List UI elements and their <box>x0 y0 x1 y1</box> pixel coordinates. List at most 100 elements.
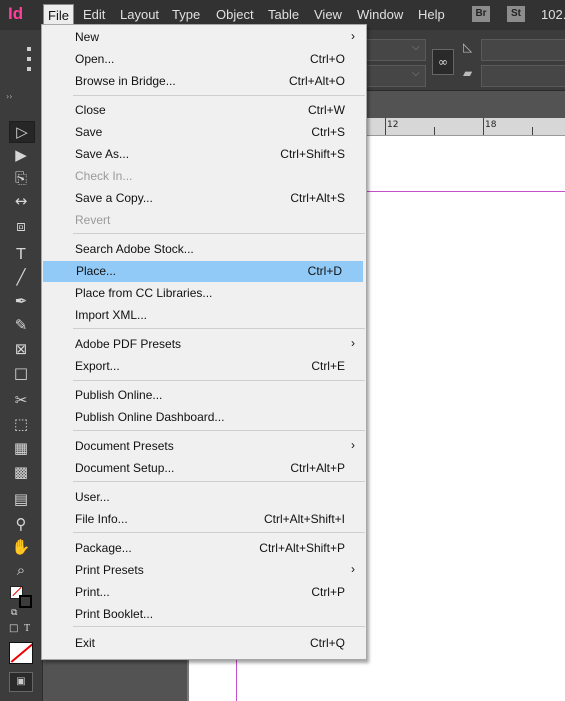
menu-item-label: Save <box>75 125 103 139</box>
menu-item-open[interactable]: Open... Ctrl+O <box>42 49 366 70</box>
menu-item-print[interactable]: Print... Ctrl+P <box>42 582 366 603</box>
menu-item-save-a-copy[interactable]: Save a Copy... Ctrl+Alt+S <box>42 188 366 209</box>
rotate-icon: ◺ <box>463 40 473 54</box>
rectangle-tool-icon[interactable]: □ <box>9 363 33 383</box>
menu-item-label: Revert <box>75 213 111 227</box>
selection-tool-icon[interactable]: ▷ <box>9 121 35 143</box>
menu-item-user[interactable]: User... <box>42 487 366 508</box>
menu-item-document-setup[interactable]: Document Setup... Ctrl+Alt+P <box>42 458 366 479</box>
note-tool-icon[interactable]: ▤ <box>9 489 33 509</box>
eyedropper-tool-icon[interactable]: ⚲ <box>9 514 33 534</box>
menu-item-label: Package... <box>75 541 132 555</box>
chevron-down-icon[interactable]: ⌵ <box>412 42 420 53</box>
menu-item-publish-online[interactable]: Publish Online... <box>42 385 366 406</box>
panel-grip-icon[interactable]: ›› <box>6 92 12 101</box>
menu-separator <box>73 626 365 627</box>
menu-help[interactable]: Help <box>414 7 449 22</box>
menu-item-shortcut: Ctrl+Shift+S <box>280 147 345 161</box>
shear-field[interactable] <box>481 65 565 87</box>
menu-item-print-presets[interactable]: Print Presets › <box>42 560 366 581</box>
menu-item-label: User... <box>75 490 110 504</box>
menu-item-label: Place... <box>76 264 117 278</box>
menu-item-label: Print... <box>75 585 110 599</box>
menu-item-document-presets[interactable]: Document Presets › <box>42 436 366 457</box>
menu-object[interactable]: Object <box>212 7 258 22</box>
menu-item-label: Print Presets <box>75 563 144 577</box>
menu-item-browse-in-bridge[interactable]: Browse in Bridge... Ctrl+Alt+O <box>42 71 366 92</box>
menu-item-label: Export... <box>75 359 120 373</box>
menu-separator <box>73 481 365 482</box>
menu-item-exit[interactable]: Exit Ctrl+Q <box>42 633 366 654</box>
menu-table[interactable]: Table <box>264 7 303 22</box>
menu-item-package[interactable]: Package... Ctrl+Alt+Shift+P <box>42 538 366 559</box>
gradient-swatch-tool-icon[interactable]: ▦ <box>9 438 33 458</box>
reference-point-icon[interactable] <box>27 44 41 74</box>
page-tool-icon[interactable]: ⎘ <box>9 168 33 188</box>
menu-item-label: Publish Online Dashboard... <box>75 410 225 424</box>
menu-item-search-adobe-stock[interactable]: Search Adobe Stock... <box>42 239 366 260</box>
chevron-right-icon: › <box>351 29 355 43</box>
container-formatting-icon[interactable]: □ <box>9 623 18 634</box>
content-collector-icon[interactable]: ⧈ <box>9 216 33 236</box>
chevron-down-icon[interactable]: ⌵ <box>412 68 420 79</box>
bridge-button[interactable]: Br <box>472 6 490 22</box>
menu-item-import-xml[interactable]: Import XML... <box>42 305 366 326</box>
menu-item-check-in: Check In... <box>42 166 366 187</box>
type-tool-icon[interactable]: T <box>9 244 33 264</box>
tools-panel: ›› ▷ ▶ ⎘ ↔ ⧈ T ╱ ✒ ✎ ⊠ □ ✂ ⬚ ▦ ▩ ▤ ⚲ ✋ ⌕… <box>0 90 43 701</box>
menu-item-place[interactable]: Place... Ctrl+D <box>43 261 363 282</box>
line-tool-icon[interactable]: ╱ <box>9 267 33 287</box>
menu-item-shortcut: Ctrl+P <box>311 585 345 599</box>
menu-item-adobe-pdf-presets[interactable]: Adobe PDF Presets › <box>42 334 366 355</box>
menu-item-label: Open... <box>75 52 115 66</box>
scissors-tool-icon[interactable]: ✂ <box>9 390 33 410</box>
menu-item-save-as[interactable]: Save As... Ctrl+Shift+S <box>42 144 366 165</box>
constrain-proportions-link-icon[interactable]: ∞ <box>432 49 454 75</box>
menu-item-shortcut: Ctrl+D <box>307 264 342 278</box>
menu-item-new[interactable]: New › <box>42 27 366 48</box>
direct-selection-tool-icon[interactable]: ▶ <box>9 145 33 165</box>
menu-item-label: Document Setup... <box>75 461 175 475</box>
menu-item-label: Save a Copy... <box>75 191 153 205</box>
pencil-tool-icon[interactable]: ✎ <box>9 315 33 335</box>
menu-item-close[interactable]: Close Ctrl+W <box>42 100 366 121</box>
text-formatting-icon[interactable]: T <box>24 623 30 634</box>
rectangle-frame-tool-icon[interactable]: ⊠ <box>9 339 33 359</box>
ruler-label: 12 <box>387 120 399 130</box>
menu-item-label: Import XML... <box>75 308 148 322</box>
screen-mode-icon[interactable]: ▣ <box>9 672 33 692</box>
menu-item-shortcut: Ctrl+Alt+S <box>290 191 345 205</box>
menu-window[interactable]: Window <box>353 7 407 22</box>
menu-layout[interactable]: Layout <box>116 7 163 22</box>
menu-separator <box>73 430 365 431</box>
menu-view[interactable]: View <box>310 7 346 22</box>
menu-item-label: Browse in Bridge... <box>75 74 176 88</box>
zoom-level[interactable]: 102. <box>541 7 565 22</box>
hand-tool-icon[interactable]: ✋ <box>9 537 33 557</box>
menu-item-label: Search Adobe Stock... <box>75 242 194 256</box>
menu-item-file-info[interactable]: File Info... Ctrl+Alt+Shift+I <box>42 509 366 530</box>
stock-button[interactable]: St <box>507 6 525 22</box>
pen-tool-icon[interactable]: ✒ <box>9 291 33 311</box>
menu-item-print-booklet[interactable]: Print Booklet... <box>42 604 366 625</box>
zoom-tool-icon[interactable]: ⌕ <box>9 560 33 580</box>
gradient-feather-tool-icon[interactable]: ▩ <box>9 462 33 482</box>
menu-edit[interactable]: Edit <box>79 7 109 22</box>
menu-item-revert: Revert <box>42 210 366 231</box>
menu-item-publish-online-dashboard[interactable]: Publish Online Dashboard... <box>42 407 366 428</box>
chevron-right-icon: › <box>351 438 355 452</box>
menu-item-label: Print Booklet... <box>75 607 154 621</box>
menu-type[interactable]: Type <box>168 7 204 22</box>
menu-item-place-from-cc-libraries[interactable]: Place from CC Libraries... <box>42 283 366 304</box>
free-transform-tool-icon[interactable]: ⬚ <box>9 414 33 434</box>
file-menu: New › Open... Ctrl+O Browse in Bridge... Ctrl… <box>41 24 367 660</box>
menu-item-shortcut: Ctrl+Alt+P <box>290 461 345 475</box>
apply-none-icon[interactable] <box>9 642 33 664</box>
menu-separator <box>73 95 365 96</box>
rotation-field[interactable] <box>481 39 565 61</box>
fill-stroke-swatch-icon[interactable] <box>10 586 32 608</box>
gap-tool-icon[interactable]: ↔ <box>9 191 33 211</box>
swap-colors-icon[interactable]: ⧉ <box>11 608 17 618</box>
menu-item-save[interactable]: Save Ctrl+S <box>42 122 366 143</box>
menu-item-export[interactable]: Export... Ctrl+E <box>42 356 366 377</box>
